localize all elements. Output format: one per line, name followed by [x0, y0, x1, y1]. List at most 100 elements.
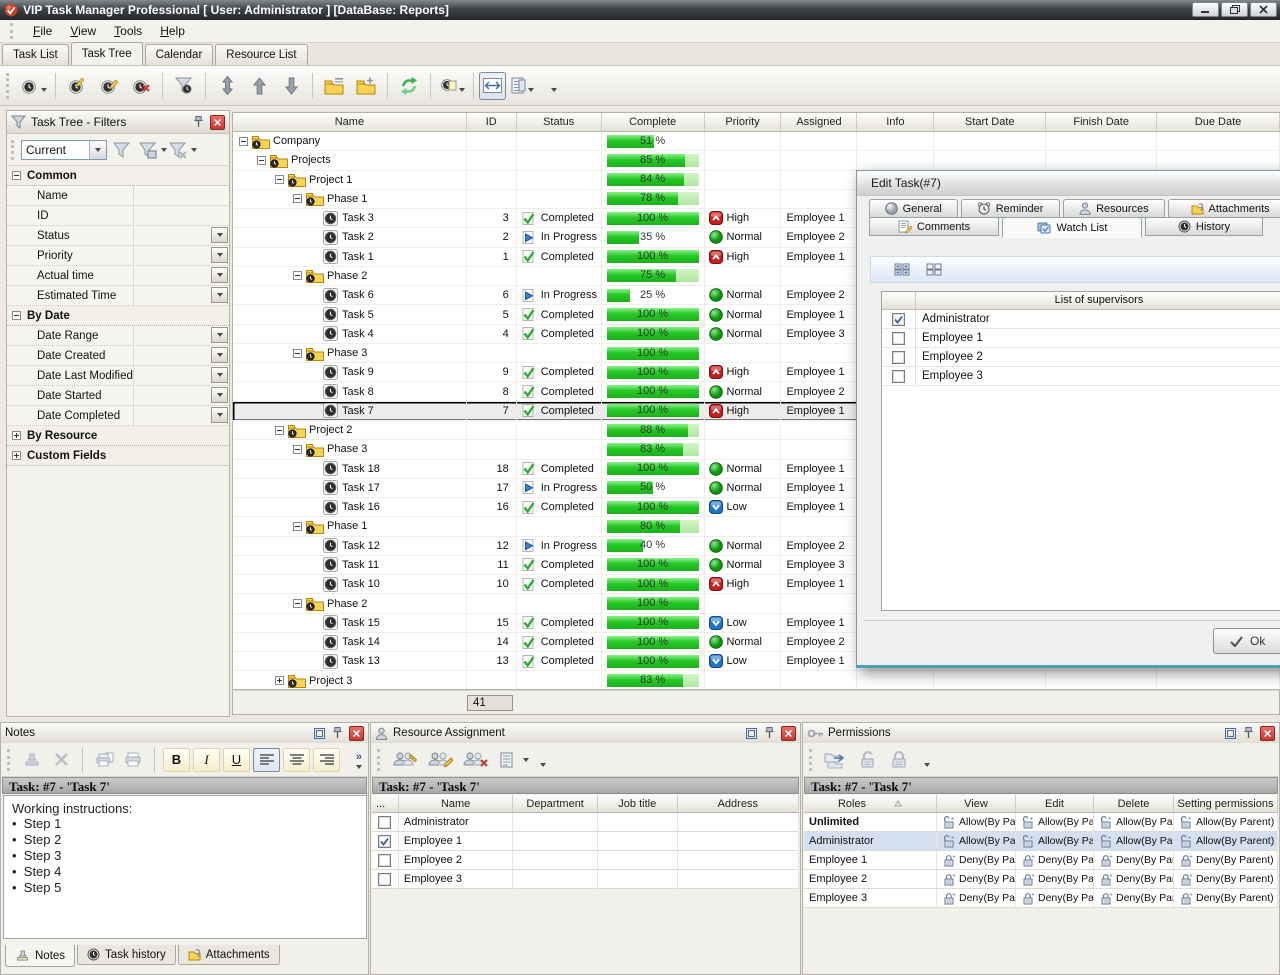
permissions-close-icon[interactable] — [1260, 726, 1275, 741]
view-tab-task-tree[interactable]: Task Tree — [71, 42, 143, 65]
supervisor-row[interactable]: Employee 2 — [882, 348, 1280, 367]
save-filter-button[interactable] — [137, 137, 167, 163]
apply-permissions-icon[interactable] — [821, 748, 851, 772]
resource-row[interactable]: Employee 3 — [372, 870, 799, 889]
resource-column-job-title[interactable]: Job title — [598, 795, 678, 812]
checkbox-unchecked-icon[interactable] — [892, 351, 905, 364]
notes-close-icon[interactable] — [349, 726, 364, 741]
dialog-tab-comments[interactable]: Comments — [869, 217, 999, 236]
stamp-icon[interactable] — [19, 748, 45, 772]
permission-row[interactable]: Employee 2 Deny(By Parent)Deny(By Parent… — [804, 870, 1278, 889]
permissions-column-edit[interactable]: Edit — [1016, 795, 1094, 812]
dialog-tab-resources[interactable]: Resources — [1063, 199, 1166, 218]
filter-field-value[interactable] — [133, 266, 229, 285]
resource-column-name[interactable]: Name — [399, 795, 513, 812]
checkbox-unchecked-icon[interactable] — [378, 873, 391, 886]
checkbox-unchecked-icon[interactable] — [892, 332, 905, 345]
apply-filter-button[interactable] — [107, 137, 137, 163]
dialog-tab-reminder[interactable]: Reminder — [961, 199, 1060, 218]
permissions-column-delete[interactable]: Delete — [1094, 795, 1174, 812]
resource-column-address[interactable]: Address — [678, 795, 799, 812]
check-all-icon[interactable] — [889, 258, 915, 282]
resource-row[interactable]: Administrator — [372, 813, 799, 832]
view-tab-calendar[interactable]: Calendar — [145, 44, 214, 65]
resource-toolbar-dropdown-icon[interactable] — [540, 763, 546, 767]
filter-funnel-clock-button[interactable] — [168, 72, 200, 100]
task-row[interactable]: Company 51 % — [233, 132, 1280, 151]
edit-resource-icon[interactable] — [424, 748, 456, 772]
filter-section-by-resource[interactable]: By Resource — [7, 426, 229, 446]
create-task-wand-button[interactable] — [61, 72, 93, 100]
filter-field-dropdown-icon[interactable] — [211, 267, 228, 283]
filter-field-dropdown-icon[interactable] — [211, 347, 228, 363]
remove-resource-icon[interactable] — [459, 748, 491, 772]
permissions-toolbar-dropdown-icon[interactable] — [924, 763, 930, 767]
collapse-tree-button[interactable] — [318, 72, 350, 100]
uncheck-all-icon[interactable] — [921, 258, 947, 282]
restore-panel-icon[interactable] — [1224, 727, 1237, 740]
column-header-due-date[interactable]: Due Date — [1157, 113, 1280, 131]
filter-field-dropdown-icon[interactable] — [211, 387, 228, 403]
filter-field-value[interactable] — [133, 346, 229, 365]
dialog-tab-watch-list[interactable]: Watch List — [1002, 217, 1142, 238]
delete-task-button[interactable] — [125, 72, 157, 100]
pin-icon[interactable] — [763, 727, 776, 740]
filter-field-dropdown-icon[interactable] — [211, 407, 228, 423]
move-up-down-button[interactable] — [211, 72, 243, 100]
checkbox-checked-icon[interactable] — [892, 313, 905, 326]
bottom-tab-notes[interactable]: Notes — [5, 945, 75, 967]
resource-close-icon[interactable] — [781, 726, 796, 741]
permission-row[interactable]: Employee 3 Deny(By Parent)Deny(By Parent… — [804, 889, 1278, 908]
align-center-button[interactable] — [283, 748, 310, 772]
filter-field-value[interactable] — [133, 186, 229, 205]
menu-item-file[interactable]: File — [24, 21, 61, 41]
filter-section-custom-fields[interactable]: Custom Fields — [7, 446, 229, 466]
permissions-column-view[interactable]: View — [937, 795, 1016, 812]
task-row[interactable]: Projects 85 % — [233, 151, 1280, 170]
toolbar-overflow-icon[interactable]: » — [356, 751, 362, 763]
permission-row[interactable]: Unlimited Allow(By Parent)Allow(By Paren… — [804, 813, 1278, 832]
dialog-tab-history[interactable]: History — [1145, 217, 1263, 236]
view-tab-resource-list[interactable]: Resource List — [215, 44, 307, 65]
filter-preset-dropdown-icon[interactable] — [89, 141, 106, 159]
underline-button[interactable]: U — [223, 748, 250, 772]
restore-panel-icon[interactable] — [745, 727, 758, 740]
checkbox-unchecked-icon[interactable] — [892, 370, 905, 383]
align-left-button[interactable] — [253, 748, 280, 772]
new-task-clock-button[interactable] — [18, 72, 50, 100]
filter-section-by-date[interactable]: By Date — [7, 306, 229, 326]
filter-field-dropdown-icon[interactable] — [211, 247, 228, 263]
bottom-tab-task-history[interactable]: Task history — [77, 945, 176, 965]
unlock-icon[interactable] — [854, 748, 882, 772]
resource-column-department[interactable]: Department — [513, 795, 598, 812]
permissions-column-roles[interactable]: Roles — [804, 795, 937, 812]
supervisor-row[interactable]: Employee 1 — [882, 329, 1280, 348]
checkbox-checked-icon[interactable] — [378, 835, 391, 848]
ok-button[interactable]: Ok — [1213, 628, 1280, 654]
filter-field-value[interactable] — [133, 286, 229, 305]
filter-field-dropdown-icon[interactable] — [211, 327, 228, 343]
filter-panel-close-icon[interactable] — [210, 115, 225, 130]
checkbox-unchecked-icon[interactable] — [378, 816, 391, 829]
duplicate-button[interactable] — [436, 72, 468, 100]
dialog-title-bar[interactable]: Edit Task(#7) — [857, 171, 1280, 196]
column-header-id[interactable]: ID — [467, 113, 517, 131]
italic-button[interactable]: I — [193, 748, 220, 772]
minimize-button[interactable] — [1192, 2, 1219, 17]
move-down-button[interactable] — [275, 72, 307, 100]
filter-field-dropdown-icon[interactable] — [211, 287, 228, 303]
filter-field-value[interactable] — [133, 366, 229, 385]
column-header-assigned[interactable]: Assigned — [781, 113, 857, 131]
delete-note-icon[interactable] — [48, 748, 74, 772]
filter-field-value[interactable] — [133, 406, 229, 425]
fit-columns-button[interactable] — [479, 72, 506, 100]
dialog-tab-general[interactable]: General — [869, 199, 958, 218]
align-right-button[interactable] — [313, 748, 340, 772]
move-up-button[interactable] — [243, 72, 275, 100]
column-header-finish-date[interactable]: Finish Date — [1046, 113, 1157, 131]
pin-icon[interactable] — [1242, 727, 1255, 740]
permissions-column-setting-permissions[interactable]: Setting permissions — [1174, 795, 1278, 812]
pin-icon[interactable] — [331, 727, 344, 740]
resource-column-checkbox[interactable]: ... — [372, 795, 399, 812]
resource-row[interactable]: Employee 1 — [372, 832, 799, 851]
